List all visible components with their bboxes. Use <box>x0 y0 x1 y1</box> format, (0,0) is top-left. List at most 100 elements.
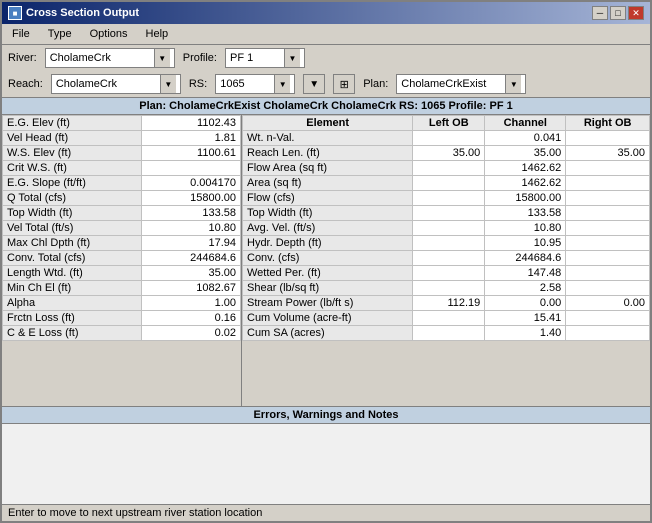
rs-nav-down-btn[interactable]: ▼ <box>303 74 325 94</box>
right-table-element: Flow Area (sq ft) <box>243 161 413 176</box>
table-row: Stream Power (lb/ft s)112.190.000.00 <box>243 296 650 311</box>
table-row: Flow Area (sq ft)1462.62 <box>243 161 650 176</box>
plan-combo[interactable]: ▼ <box>396 74 526 94</box>
rs-label: RS: <box>189 78 207 90</box>
plan-dropdown-btn[interactable]: ▼ <box>505 75 521 93</box>
left-data-table: E.G. Elev (ft)1102.43Vel Head (ft)1.81W.… <box>2 115 241 341</box>
table-row: Max Chl Dpth (ft)17.94 <box>3 236 241 251</box>
right-table-value <box>566 221 650 236</box>
right-table: Element Left OB Channel Right OB Wt. n-V… <box>242 115 650 406</box>
right-table-value <box>566 236 650 251</box>
right-table-value: 244684.6 <box>485 251 566 266</box>
right-table-value <box>566 206 650 221</box>
profile-label: Profile: <box>183 52 217 64</box>
left-table-value: 15800.00 <box>141 191 240 206</box>
menu-type[interactable]: Type <box>42 26 78 42</box>
minimize-button[interactable]: ─ <box>592 6 608 20</box>
right-table-value <box>413 221 485 236</box>
plan-input[interactable] <box>397 75 505 93</box>
left-table-label: Vel Total (ft/s) <box>3 221 142 236</box>
right-table-element: Cum SA (acres) <box>243 326 413 341</box>
reach-dropdown-btn[interactable]: ▼ <box>160 75 176 93</box>
menu-help[interactable]: Help <box>140 26 175 42</box>
left-table-value: 0.16 <box>141 311 240 326</box>
table-row: Reach Len. (ft)35.0035.0035.00 <box>243 146 650 161</box>
table-row: Crit W.S. (ft) <box>3 161 241 176</box>
left-table-label: E.G. Slope (ft/ft) <box>3 176 142 191</box>
window-icon: ■ <box>8 6 22 20</box>
rs-nav-icon-btn[interactable]: ⊞ <box>333 74 355 94</box>
table-row: E.G. Elev (ft)1102.43 <box>3 116 241 131</box>
right-table-element: Cum Volume (acre-ft) <box>243 311 413 326</box>
right-table-value <box>413 206 485 221</box>
right-table-value: 1.40 <box>485 326 566 341</box>
right-table-value <box>413 161 485 176</box>
right-table-value: 35.00 <box>485 146 566 161</box>
title-bar: ■ Cross Section Output ─ □ ✕ <box>2 2 650 24</box>
right-table-header-row: Element Left OB Channel Right OB <box>243 116 650 131</box>
right-table-value <box>413 236 485 251</box>
maximize-button[interactable]: □ <box>610 6 626 20</box>
right-table-value: 133.58 <box>485 206 566 221</box>
right-table-value <box>566 161 650 176</box>
table-row: C & E Loss (ft)0.02 <box>3 326 241 341</box>
table-row: Shear (lb/sq ft)2.58 <box>243 281 650 296</box>
table-row: Top Width (ft)133.58 <box>243 206 650 221</box>
menu-file[interactable]: File <box>6 26 36 42</box>
profile-dropdown-btn[interactable]: ▼ <box>284 49 300 67</box>
left-table-label: Alpha <box>3 296 142 311</box>
main-content: E.G. Elev (ft)1102.43Vel Head (ft)1.81W.… <box>2 115 650 406</box>
table-row: Conv. Total (cfs)244684.6 <box>3 251 241 266</box>
table-row: Wetted Per. (ft)147.48 <box>243 266 650 281</box>
left-table-label: Crit W.S. (ft) <box>3 161 142 176</box>
plan-label-bar: Plan: CholameCrkExist CholameCrk Cholame… <box>2 98 650 115</box>
reach-input[interactable] <box>52 75 160 93</box>
table-row: Avg. Vel. (ft/s)10.80 <box>243 221 650 236</box>
right-table-value: 2.58 <box>485 281 566 296</box>
rs-dropdown-btn[interactable]: ▼ <box>274 75 290 93</box>
close-button[interactable]: ✕ <box>628 6 644 20</box>
left-table-value: 17.94 <box>141 236 240 251</box>
table-row: Area (sq ft)1462.62 <box>243 176 650 191</box>
status-bar: Enter to move to next upstream river sta… <box>2 504 650 521</box>
col-channel: Channel <box>485 116 566 131</box>
table-row: Flow (cfs)15800.00 <box>243 191 650 206</box>
river-dropdown-btn[interactable]: ▼ <box>154 49 170 67</box>
rs-combo[interactable]: ▼ <box>215 74 295 94</box>
right-table-value: 15.41 <box>485 311 566 326</box>
title-buttons: ─ □ ✕ <box>592 6 644 20</box>
errors-bar: Errors, Warnings and Notes <box>2 406 650 424</box>
right-table-element: Stream Power (lb/ft s) <box>243 296 413 311</box>
right-table-value <box>566 131 650 146</box>
right-table-value: 35.00 <box>566 146 650 161</box>
left-table-value <box>141 161 240 176</box>
right-table-value: 1462.62 <box>485 176 566 191</box>
table-row: Hydr. Depth (ft)10.95 <box>243 236 650 251</box>
table-row: Vel Head (ft)1.81 <box>3 131 241 146</box>
rs-input[interactable] <box>216 75 274 93</box>
left-table-label: W.S. Elev (ft) <box>3 146 142 161</box>
left-table-label: C & E Loss (ft) <box>3 326 142 341</box>
menu-options[interactable]: Options <box>84 26 134 42</box>
right-table-value: 35.00 <box>413 146 485 161</box>
right-table-value <box>566 311 650 326</box>
table-row: Frctn Loss (ft)0.16 <box>3 311 241 326</box>
right-table-value <box>413 281 485 296</box>
bottom-section: Errors, Warnings and Notes Enter to move… <box>2 406 650 521</box>
left-table-value: 35.00 <box>141 266 240 281</box>
left-table-label: Vel Head (ft) <box>3 131 142 146</box>
left-table-label: Top Width (ft) <box>3 206 142 221</box>
river-combo[interactable]: ▼ <box>45 48 175 68</box>
right-table-element: Wt. n-Val. <box>243 131 413 146</box>
profile-combo[interactable]: ▼ <box>225 48 305 68</box>
left-table-label: Max Chl Dpth (ft) <box>3 236 142 251</box>
col-right-ob: Right OB <box>566 116 650 131</box>
right-table-element: Avg. Vel. (ft/s) <box>243 221 413 236</box>
river-input[interactable] <box>46 49 154 67</box>
right-table-element: Hydr. Depth (ft) <box>243 236 413 251</box>
profile-input[interactable] <box>226 49 284 67</box>
plan-label: Plan: <box>363 78 388 90</box>
reach-combo[interactable]: ▼ <box>51 74 181 94</box>
left-table-label: E.G. Elev (ft) <box>3 116 142 131</box>
right-table-value <box>566 266 650 281</box>
